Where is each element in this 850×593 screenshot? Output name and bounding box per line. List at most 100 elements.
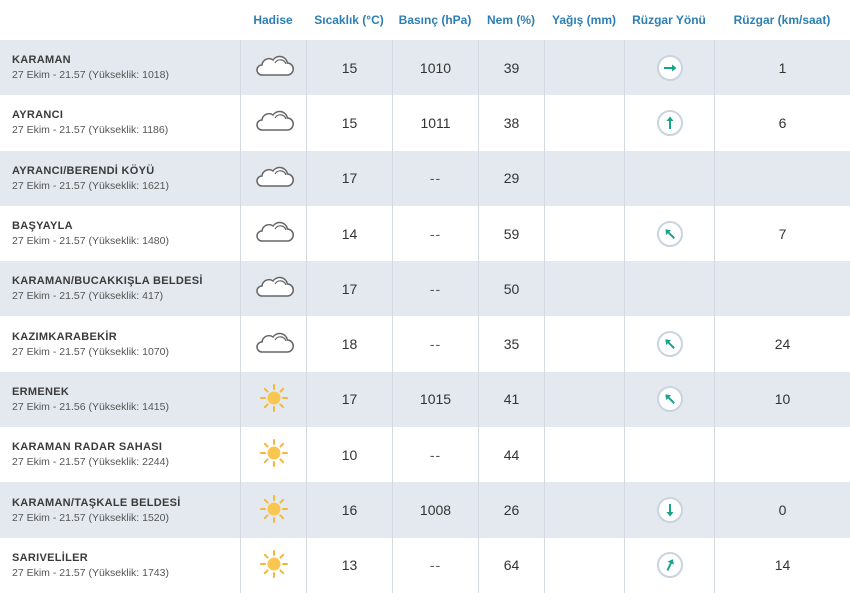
temperature-cell: 17 [306, 371, 392, 428]
temperature-cell: 15 [306, 95, 392, 151]
humidity-cell: 50 [478, 261, 544, 317]
rain-cell [544, 537, 624, 593]
station-cell: SARIVELİLER 27 Ekim - 21.57 (Yükseklik: 1… [0, 538, 240, 593]
cloud-icon [253, 109, 295, 136]
weather-condition-cell [240, 371, 306, 428]
temperature-cell: 14 [306, 205, 392, 262]
wind-speed-cell [714, 150, 850, 206]
station-details: 27 Ekim - 21.57 (Yükseklik: 1480) [12, 235, 169, 248]
humidity-cell: 64 [478, 537, 544, 593]
rain-cell [544, 427, 624, 483]
arrow-up-icon [656, 109, 683, 136]
humidity-cell: 29 [478, 150, 544, 206]
weather-condition-cell [240, 537, 306, 593]
temperature-cell: 16 [306, 482, 392, 538]
temperature-cell: 18 [306, 316, 392, 372]
station-name: ERMENEK [12, 385, 70, 398]
station-cell: KARAMAN/BUCAKKIŞLA BELDESİ 27 Ekim - 21.5… [0, 261, 240, 316]
pressure-cell: 1010 [392, 40, 478, 96]
station-cell: BAŞYAYLA 27 Ekim - 21.57 (Yükseklik: 1480… [0, 206, 240, 261]
station-name: KARAMAN/TAŞKALE BELDESİ [12, 496, 181, 509]
cloud-icon [253, 331, 295, 358]
station-cell: AYRANCI/BERENDİ KÖYÜ 27 Ekim - 21.57 (Yük… [0, 151, 240, 206]
station-cell: KARAMAN/TAŞKALE BELDESİ 27 Ekim - 21.57 (… [0, 482, 240, 537]
wind-speed-cell: 14 [714, 537, 850, 593]
table-row: KAZIMKARABEKİR 27 Ekim - 21.57 (Yükseklik… [0, 316, 850, 372]
cloud-icon [253, 275, 295, 302]
temperature-cell: 10 [306, 427, 392, 483]
arrow-right-icon [656, 54, 683, 81]
arrow-up-left-icon [656, 331, 683, 358]
pressure-cell: -- [392, 537, 478, 593]
wind-speed-cell: 1 [714, 40, 850, 96]
wind-direction-cell [624, 40, 714, 96]
weather-condition-cell [240, 261, 306, 317]
station-details: 27 Ekim - 21.56 (Yükseklik: 1415) [12, 400, 169, 413]
rain-cell [544, 150, 624, 206]
station-name: KARAMAN/BUCAKKIŞLA BELDESİ [12, 275, 203, 288]
wind-direction-cell [624, 537, 714, 593]
pressure-cell: 1011 [392, 95, 478, 151]
station-name: KARAMAN RADAR SAHASI [12, 441, 163, 454]
arrow-up-left-icon [656, 386, 683, 413]
station-name: AYRANCI [12, 109, 64, 122]
humidity-cell: 44 [478, 427, 544, 483]
humidity-cell: 35 [478, 316, 544, 372]
pressure-cell: 1008 [392, 482, 478, 538]
pressure-cell: -- [392, 427, 478, 483]
sun-icon [259, 383, 289, 416]
wind-speed-cell [714, 261, 850, 317]
wind-direction-cell [624, 427, 714, 483]
rain-cell [544, 40, 624, 96]
weather-condition-cell [240, 316, 306, 372]
station-details: 27 Ekim - 21.57 (Yükseklik: 1018) [12, 69, 169, 82]
rain-cell [544, 371, 624, 428]
table-row: SARIVELİLER 27 Ekim - 21.57 (Yükseklik: 1… [0, 537, 850, 593]
station-cell: AYRANCI 27 Ekim - 21.57 (Yükseklik: 1186) [0, 95, 240, 150]
station-name: SARIVELİLER [12, 551, 89, 564]
humidity-cell: 26 [478, 482, 544, 538]
station-details: 27 Ekim - 21.57 (Yükseklik: 417) [12, 290, 164, 303]
arrow-up-right-icon [656, 552, 683, 579]
table-row: AYRANCI/BERENDİ KÖYÜ 27 Ekim - 21.57 (Yük… [0, 150, 850, 206]
wind-speed-cell [714, 427, 850, 483]
temperature-cell: 13 [306, 537, 392, 593]
pressure-cell: -- [392, 150, 478, 206]
wind-direction-cell [624, 371, 714, 428]
rain-cell [544, 261, 624, 317]
header-hadise: Hadise [253, 13, 293, 27]
station-name: AYRANCI/BERENDİ KÖYÜ [12, 164, 155, 177]
sun-icon [259, 438, 289, 471]
rain-cell [544, 95, 624, 151]
weather-condition-cell [240, 95, 306, 151]
wind-direction-cell [624, 95, 714, 151]
weather-condition-cell [240, 150, 306, 206]
weather-condition-cell [240, 427, 306, 483]
table-body: KARAMAN 27 Ekim - 21.57 (Yükseklik: 1018)… [0, 40, 850, 593]
arrow-up-left-icon [656, 220, 683, 247]
temperature-cell: 15 [306, 40, 392, 96]
wind-direction-cell [624, 261, 714, 317]
cloud-icon [253, 54, 295, 81]
station-name: KAZIMKARABEKİR [12, 330, 118, 343]
weather-condition-cell [240, 482, 306, 538]
station-cell: KARAMAN 27 Ekim - 21.57 (Yükseklik: 1018) [0, 40, 240, 95]
wind-direction-cell [624, 482, 714, 538]
station-name: KARAMAN [12, 54, 71, 67]
wind-direction-cell [624, 316, 714, 372]
wind-speed-cell: 0 [714, 482, 850, 538]
humidity-cell: 59 [478, 205, 544, 262]
weather-condition-cell [240, 40, 306, 96]
pressure-cell: -- [392, 205, 478, 262]
header-humidity: Nem (%) [486, 13, 535, 27]
temperature-cell: 17 [306, 261, 392, 317]
station-details: 27 Ekim - 21.57 (Yükseklik: 1520) [12, 511, 169, 524]
table-row: KARAMAN/BUCAKKIŞLA BELDESİ 27 Ekim - 21.5… [0, 261, 850, 317]
table-row: AYRANCI 27 Ekim - 21.57 (Yükseklik: 1186)… [0, 95, 850, 151]
station-details: 27 Ekim - 21.57 (Yükseklik: 1186) [12, 124, 169, 137]
humidity-cell: 41 [478, 371, 544, 428]
pressure-cell: 1015 [392, 371, 478, 428]
table-row: KARAMAN/TAŞKALE BELDESİ 27 Ekim - 21.57 (… [0, 482, 850, 538]
header-pressure: Basınç (hPa) [398, 13, 472, 27]
table-header: Hadise Sıcaklık (°C) Basınç (hPa) Nem (%… [0, 0, 850, 40]
